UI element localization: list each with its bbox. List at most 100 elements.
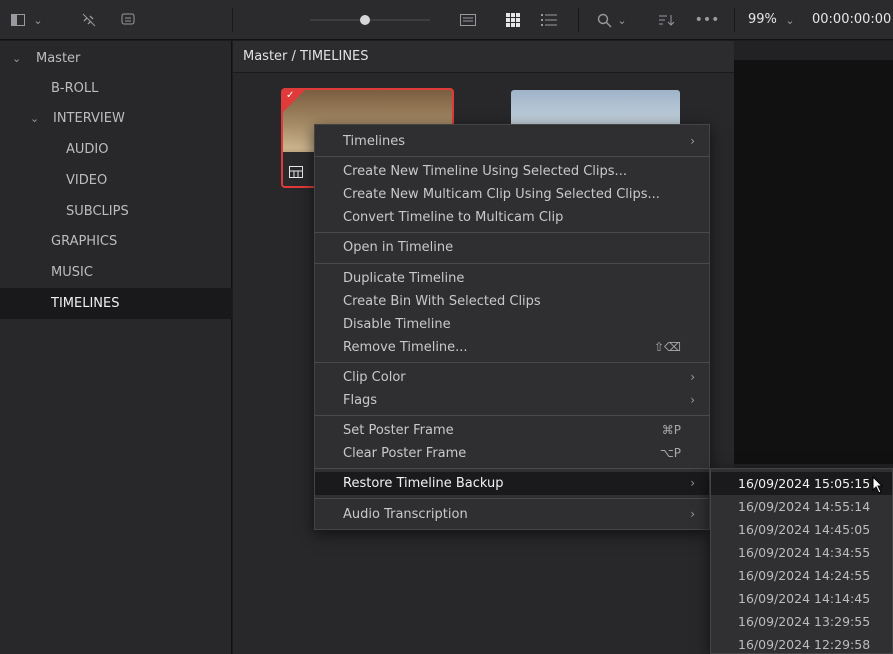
backup-item[interactable]: 16/09/2024 14:34:55 bbox=[711, 541, 892, 564]
sidebar-item-master[interactable]: ⌄ Master bbox=[0, 43, 232, 74]
menu-item-label: Timelines bbox=[343, 134, 406, 149]
sidebar-item-music[interactable]: MUSIC bbox=[0, 257, 232, 288]
list-view-icon[interactable] bbox=[538, 0, 560, 40]
breadcrumb: Master / TIMELINES bbox=[233, 41, 734, 73]
backup-item[interactable]: 16/09/2024 12:29:58 bbox=[711, 633, 892, 654]
menu-item-label: Convert Timeline to Multicam Clip bbox=[343, 210, 564, 225]
sidebar-item-label: TIMELINES bbox=[51, 296, 120, 311]
menu-item-label: Disable Timeline bbox=[343, 317, 451, 332]
sidebar-item-audio[interactable]: AUDIO bbox=[0, 134, 232, 165]
menu-item-timelines[interactable]: Timelines › bbox=[315, 130, 709, 153]
menu-divider bbox=[315, 498, 709, 499]
menu-item-label: Duplicate Timeline bbox=[343, 271, 465, 286]
mouse-cursor-icon bbox=[872, 475, 884, 498]
sidebar-item-label: AUDIO bbox=[66, 142, 109, 157]
menu-item-duplicate-timeline[interactable]: Duplicate Timeline bbox=[315, 267, 709, 290]
zoom-level[interactable]: 99% bbox=[748, 0, 777, 40]
toolbar-divider bbox=[734, 8, 735, 32]
shortcut-label: ⌘P bbox=[661, 423, 681, 437]
toolbar-divider bbox=[578, 8, 579, 32]
backup-item[interactable]: 16/09/2024 14:55:14 bbox=[711, 495, 892, 518]
menu-divider bbox=[315, 362, 709, 363]
sidebar-item-label: GRAPHICS bbox=[51, 234, 118, 249]
menu-item-remove-timeline[interactable]: Remove Timeline... ⇧⌫ bbox=[315, 336, 709, 359]
backup-item[interactable]: 16/09/2024 14:24:55 bbox=[711, 564, 892, 587]
sidebar-item-label: MUSIC bbox=[51, 265, 93, 280]
timecode-display: 00:00:00:00 bbox=[812, 12, 892, 27]
link-off-icon[interactable] bbox=[78, 0, 100, 40]
menu-divider bbox=[315, 415, 709, 416]
menu-item-convert-to-multicam[interactable]: Convert Timeline to Multicam Clip bbox=[315, 206, 709, 229]
backup-submenu: 16/09/2024 15:05:15 16/09/2024 14:55:14 … bbox=[710, 468, 893, 654]
menu-item-label: Flags bbox=[343, 393, 378, 408]
thumbnail-view-icon[interactable] bbox=[456, 0, 480, 40]
backup-item[interactable]: 16/09/2024 14:14:45 bbox=[711, 587, 892, 610]
menu-item-set-poster-frame[interactable]: Set Poster Frame ⌘P bbox=[315, 419, 709, 442]
menu-divider bbox=[315, 156, 709, 157]
chevron-down-icon[interactable]: ⌄ bbox=[782, 0, 798, 40]
sidebar-toggle-icon[interactable] bbox=[8, 0, 28, 40]
sidebar-item-label: SUBCLIPS bbox=[66, 204, 129, 219]
menu-item-label: Audio Transcription bbox=[343, 507, 468, 522]
menu-item-label: Set Poster Frame bbox=[343, 423, 454, 438]
menu-divider bbox=[315, 468, 709, 469]
menu-item-open-in-timeline[interactable]: Open in Timeline bbox=[315, 236, 709, 259]
chevron-right-icon: › bbox=[690, 507, 695, 521]
context-menu: Timelines › Create New Timeline Using Se… bbox=[314, 124, 710, 530]
viewer-canvas bbox=[734, 60, 893, 464]
chevron-right-icon: › bbox=[690, 476, 695, 490]
menu-divider bbox=[315, 263, 709, 264]
menu-item-create-new-multicam[interactable]: Create New Multicam Clip Using Selected … bbox=[315, 183, 709, 206]
backup-item[interactable]: 16/09/2024 14:45:05 bbox=[711, 518, 892, 541]
sidebar-item-b-roll[interactable]: B-ROLL bbox=[0, 73, 232, 104]
chevron-down-icon[interactable]: ⌄ bbox=[30, 0, 46, 40]
sidebar-item-label: INTERVIEW bbox=[53, 111, 125, 126]
chevron-down-icon[interactable]: ⌄ bbox=[614, 0, 630, 40]
grid-view-icon[interactable] bbox=[502, 0, 524, 40]
chevron-right-icon: › bbox=[690, 134, 695, 148]
menu-item-label: Clear Poster Frame bbox=[343, 446, 467, 461]
shortcut-label: ⌥P bbox=[659, 446, 681, 460]
sidebar-item-interview[interactable]: ⌄ INTERVIEW bbox=[0, 103, 232, 134]
toolbar: ⌄ ⌄ ••• 99% ⌄ 00:00:00:00 bbox=[0, 0, 893, 40]
sort-icon[interactable] bbox=[656, 0, 678, 40]
menu-item-disable-timeline[interactable]: Disable Timeline bbox=[315, 313, 709, 336]
search-icon[interactable] bbox=[594, 0, 614, 40]
menu-item-label: Clip Color bbox=[343, 370, 406, 385]
menu-item-restore-timeline-backup[interactable]: Restore Timeline Backup › bbox=[315, 472, 709, 495]
sidebar-item-subclips[interactable]: SUBCLIPS bbox=[0, 196, 232, 227]
menu-item-label: Create Bin With Selected Clips bbox=[343, 294, 541, 309]
chevron-down-icon[interactable]: ⌄ bbox=[12, 43, 21, 74]
chevron-right-icon: › bbox=[690, 393, 695, 407]
sidebar-item-label: VIDEO bbox=[66, 173, 108, 188]
checkmark-icon: ✓ bbox=[286, 90, 295, 101]
zoom-slider-handle[interactable] bbox=[360, 15, 370, 25]
menu-item-label: Restore Timeline Backup bbox=[343, 476, 504, 491]
sidebar-item-label: Master bbox=[36, 51, 81, 66]
shortcut-label: ⇧⌫ bbox=[653, 340, 681, 354]
bin-sidebar: ⌄ Master B-ROLL ⌄ INTERVIEW AUDIO VIDEO … bbox=[0, 41, 232, 654]
chevron-down-icon[interactable]: ⌄ bbox=[30, 103, 39, 134]
backup-item[interactable]: 16/09/2024 13:29:55 bbox=[711, 610, 892, 633]
toolbar-divider bbox=[232, 8, 233, 32]
sidebar-item-graphics[interactable]: GRAPHICS bbox=[0, 226, 232, 257]
zoom-slider-track[interactable] bbox=[310, 19, 430, 21]
menu-item-label: Create New Multicam Clip Using Selected … bbox=[343, 187, 660, 202]
menu-item-flags[interactable]: Flags › bbox=[315, 389, 709, 412]
timeline-icon bbox=[289, 166, 303, 181]
menu-item-create-new-timeline[interactable]: Create New Timeline Using Selected Clips… bbox=[315, 160, 709, 183]
menu-item-label: Create New Timeline Using Selected Clips… bbox=[343, 164, 627, 179]
menu-item-create-bin[interactable]: Create Bin With Selected Clips bbox=[315, 290, 709, 313]
menu-item-clear-poster-frame[interactable]: Clear Poster Frame ⌥P bbox=[315, 442, 709, 465]
menu-item-label: Open in Timeline bbox=[343, 240, 454, 255]
more-icon[interactable]: ••• bbox=[695, 0, 720, 40]
sidebar-item-label: B-ROLL bbox=[51, 81, 99, 96]
menu-item-audio-transcription[interactable]: Audio Transcription › bbox=[315, 503, 709, 526]
menu-divider bbox=[315, 232, 709, 233]
menu-item-label: Remove Timeline... bbox=[343, 340, 468, 355]
menu-item-clip-color[interactable]: Clip Color › bbox=[315, 366, 709, 389]
sidebar-item-timelines[interactable]: TIMELINES bbox=[0, 288, 232, 319]
sidebar-item-video[interactable]: VIDEO bbox=[0, 165, 232, 196]
metadata-icon[interactable] bbox=[118, 0, 138, 40]
backup-item[interactable]: 16/09/2024 15:05:15 bbox=[711, 472, 892, 495]
